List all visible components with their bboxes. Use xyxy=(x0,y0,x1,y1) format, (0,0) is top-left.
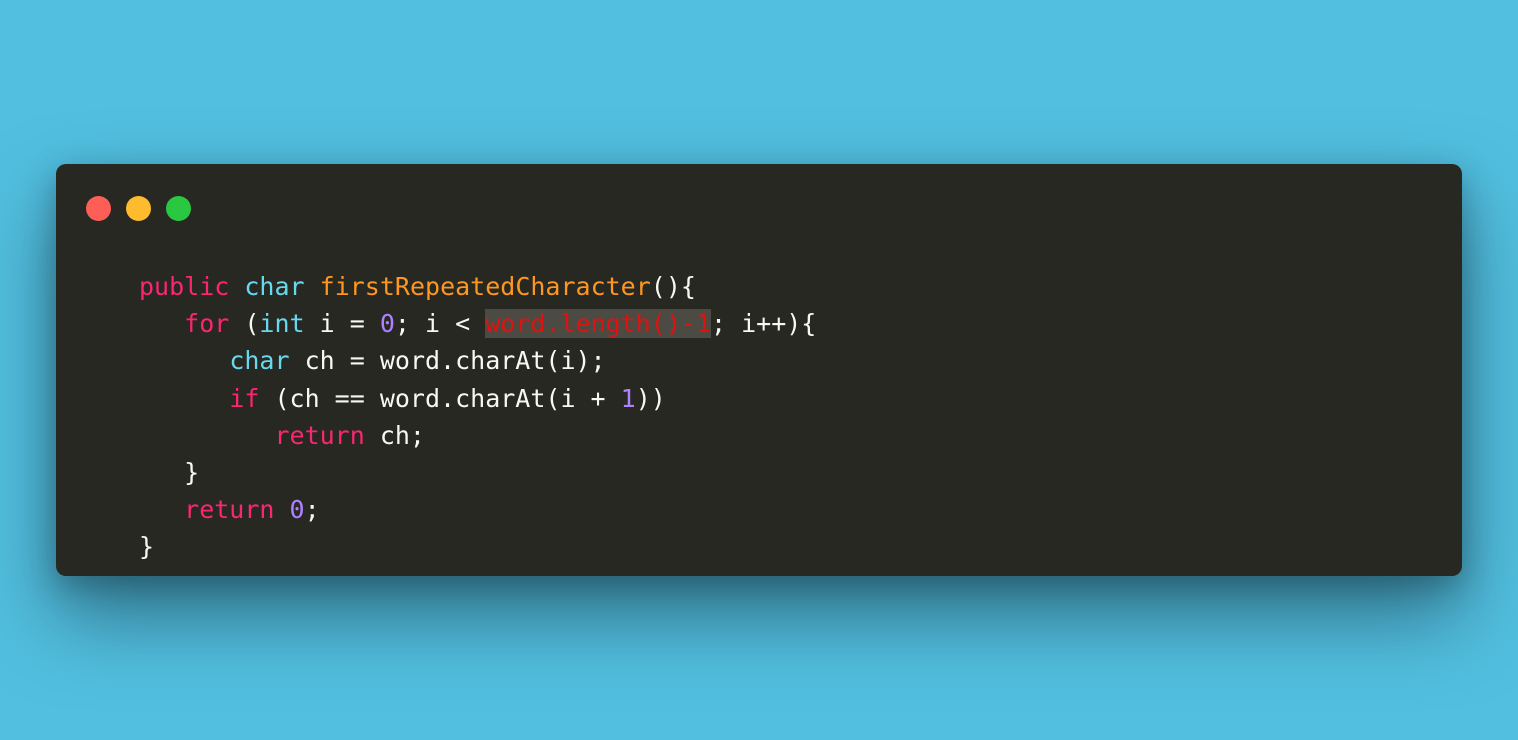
code-line-5: return ch; xyxy=(139,417,816,454)
code-line-1: public char firstRepeatedCharacter(){ xyxy=(139,268,816,305)
minimize-button[interactable] xyxy=(126,196,151,221)
code-line-4: if (ch == word.charAt(i + 1)) xyxy=(139,380,816,417)
number-literal: 0 xyxy=(379,309,395,339)
keyword: for xyxy=(184,309,230,339)
error-highlight: word.length()-1 xyxy=(485,309,711,339)
code-line-8: } xyxy=(139,528,816,565)
code-text: ; i++){ xyxy=(711,309,817,339)
code-text: i = xyxy=(304,309,380,339)
code-block[interactable]: public char firstRepeatedCharacter(){ fo… xyxy=(139,268,816,566)
number-literal: 1 xyxy=(620,383,636,413)
keyword: return xyxy=(184,495,275,525)
function-name: firstRepeatedCharacter xyxy=(319,272,651,301)
punctuation: ( xyxy=(229,309,260,339)
maximize-button[interactable] xyxy=(166,196,191,221)
closing-brace: } xyxy=(184,457,200,487)
keyword: return xyxy=(274,420,365,450)
code-window: public char firstRepeatedCharacter(){ fo… xyxy=(56,164,1462,576)
code-text: ; i < xyxy=(394,309,486,339)
type-keyword: char xyxy=(244,272,305,301)
code-line-6: } xyxy=(139,454,816,491)
type-keyword: char xyxy=(229,346,290,376)
punctuation: ; xyxy=(304,495,320,525)
code-line-2: for (int i = 0; i < word.length()-1; i++… xyxy=(139,305,816,342)
keyword: public xyxy=(139,272,230,301)
code-text: ch = word.charAt(i); xyxy=(289,346,606,376)
punctuation: )) xyxy=(635,383,666,413)
close-button[interactable] xyxy=(86,196,111,221)
number-literal: 0 xyxy=(289,495,305,525)
code-line-7: return 0; xyxy=(139,491,816,528)
code-line-3: char ch = word.charAt(i); xyxy=(139,342,816,379)
type-keyword: int xyxy=(259,309,305,339)
closing-brace: } xyxy=(139,532,155,562)
keyword: if xyxy=(229,383,260,413)
code-text: (ch == word.charAt(i + xyxy=(259,383,621,413)
punctuation: (){ xyxy=(650,272,696,301)
code-text: ch; xyxy=(364,420,425,450)
